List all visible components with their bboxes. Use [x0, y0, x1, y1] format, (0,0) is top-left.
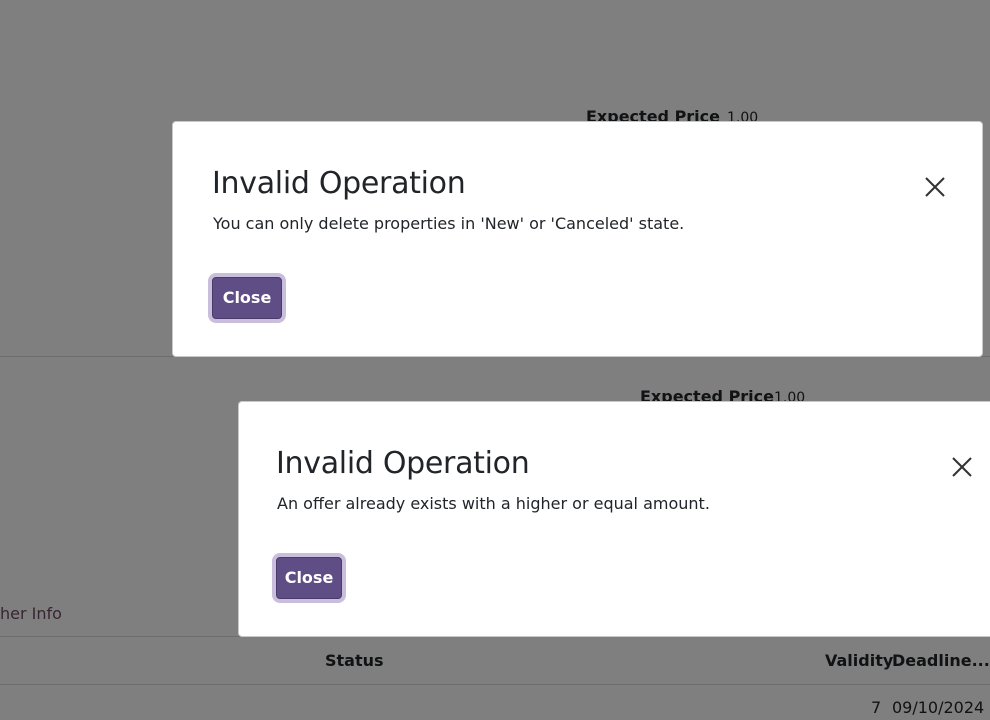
dialog-message: An offer already exists with a higher or…: [277, 494, 710, 513]
close-button[interactable]: Close: [212, 277, 282, 319]
error-dialog: Invalid Operation You can only delete pr…: [172, 121, 983, 357]
close-icon[interactable]: [949, 454, 975, 480]
dialog-title: Invalid Operation: [212, 166, 466, 201]
close-button[interactable]: Close: [276, 557, 342, 599]
dialog-message: You can only delete properties in 'New' …: [213, 214, 685, 233]
close-icon[interactable]: [922, 174, 948, 200]
error-dialog: Invalid Operation An offer already exist…: [238, 401, 990, 637]
dialog-title: Invalid Operation: [276, 446, 530, 481]
